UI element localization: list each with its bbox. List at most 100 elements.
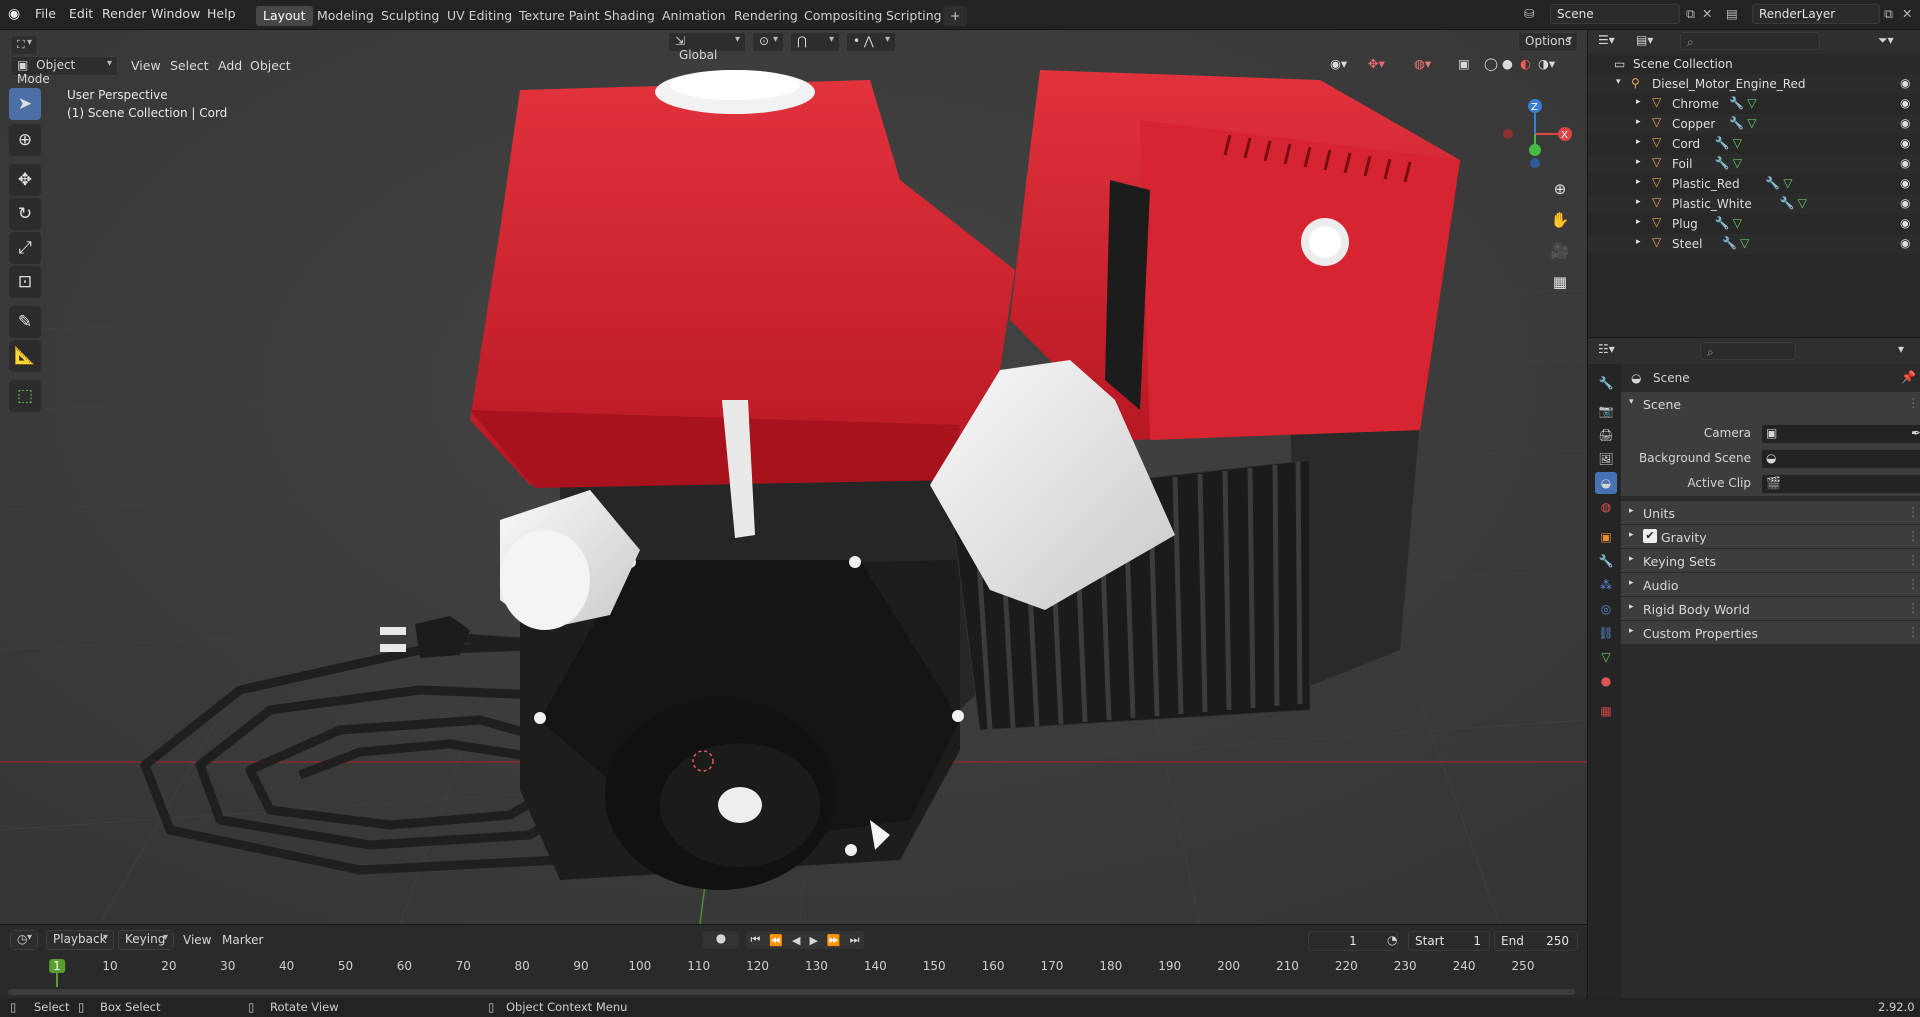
background-scene-field[interactable]: ◒ bbox=[1761, 449, 1920, 469]
drag-handle-icon[interactable]: ⋮⋮ bbox=[1907, 600, 1920, 615]
expand-right-icon[interactable]: ▸ bbox=[1636, 157, 1641, 167]
expand-right-icon[interactable]: ▸ bbox=[1636, 97, 1641, 107]
tab-sculpting[interactable]: Sculpting bbox=[374, 6, 446, 26]
drag-handle-icon[interactable]: ⋮⋮ bbox=[1907, 552, 1920, 567]
record-button[interactable]: ● bbox=[703, 931, 739, 949]
outliner-object-row[interactable]: ▸ ▽ Copper 🔧 ▽ ◉ bbox=[1588, 114, 1920, 134]
menu-file[interactable]: File bbox=[35, 6, 56, 21]
navigation-gizmo[interactable]: Z X bbox=[1500, 92, 1580, 172]
outliner-object-row[interactable]: ▸ ▽ Plug 🔧 ▽ ◉ bbox=[1588, 214, 1920, 234]
constraints-tab-icon[interactable]: ⛓ bbox=[1595, 622, 1617, 644]
overlay-toggle-icon[interactable]: ◍▾ bbox=[1414, 56, 1431, 76]
visibility-eye-icon[interactable]: ◉ bbox=[1900, 176, 1910, 190]
measure-tool[interactable]: 📐 bbox=[9, 340, 41, 372]
menu-help[interactable]: Help bbox=[207, 6, 236, 21]
prev-keyframe-icon[interactable]: ⏪ bbox=[769, 934, 783, 947]
current-frame-field[interactable]: 1 bbox=[1308, 931, 1398, 951]
menu-edit[interactable]: Edit bbox=[69, 6, 93, 21]
solid-shading-icon[interactable]: ● bbox=[1502, 56, 1513, 76]
perspective-grid-icon[interactable]: ▦ bbox=[1547, 269, 1573, 295]
properties-search[interactable]: ⌕ bbox=[1700, 342, 1796, 360]
section-header-custom-properties[interactable]: ▸ Custom Properties ⋮⋮ bbox=[1621, 620, 1920, 644]
world-tab-icon[interactable]: ◍ bbox=[1595, 496, 1617, 518]
scene-selector[interactable]: Scene bbox=[1550, 4, 1680, 24]
view-layer-selector[interactable]: RenderLayer bbox=[1752, 4, 1880, 24]
visibility-eye-icon[interactable]: ◉ bbox=[1900, 76, 1910, 90]
camera-field[interactable]: ▣ ✒ bbox=[1761, 424, 1920, 444]
outliner[interactable]: ☰▾ ▤▾ ⌕ ⏷▾ ▭ Scene Collection ▾ ⚲ Diesel… bbox=[1587, 30, 1920, 337]
gizmo-toggle-icon[interactable]: ✥▾ bbox=[1368, 56, 1385, 76]
zoom-icon[interactable]: ⊕ bbox=[1547, 176, 1573, 202]
annotate-tool[interactable]: ✎ bbox=[9, 306, 41, 338]
expand-right-icon[interactable]: ▸ bbox=[1636, 177, 1641, 187]
start-frame-field[interactable]: Start 1 bbox=[1408, 931, 1490, 951]
3d-viewport[interactable]: ⛶ ▣ Object Mode View Select Add Object ⇲… bbox=[0, 30, 1587, 924]
engine-render[interactable] bbox=[0, 30, 1587, 924]
view-layer-tab-icon[interactable]: 🖼 bbox=[1595, 448, 1617, 470]
preview-range-icon[interactable]: ◔ bbox=[1387, 933, 1397, 947]
outliner-object-row[interactable]: ▸ ▽ Steel 🔧 ▽ ◉ bbox=[1588, 234, 1920, 254]
outliner-object-row[interactable]: ▸ ▽ Chrome 🔧 ▽ ◉ bbox=[1588, 94, 1920, 114]
active-clip-field[interactable]: 🎬 bbox=[1761, 474, 1920, 494]
viewport-menu-select[interactable]: Select bbox=[170, 58, 209, 78]
visibility-eye-icon[interactable]: ◉ bbox=[1900, 116, 1910, 130]
outliner-object-row[interactable]: ▸ ▽ Plastic_White 🔧 ▽ ◉ bbox=[1588, 194, 1920, 214]
timeline-editor-type[interactable]: ◷ bbox=[10, 930, 38, 950]
drag-handle-icon[interactable]: ⋮⋮ bbox=[1907, 504, 1920, 519]
outliner-object-row[interactable]: ▸ ▽ Cord 🔧 ▽ ◉ bbox=[1588, 134, 1920, 154]
rendered-shading-icon[interactable]: ◑▾ bbox=[1538, 56, 1555, 76]
timeline-menu-marker[interactable]: Marker bbox=[222, 933, 263, 947]
delete-view-layer-icon[interactable]: ✕ bbox=[1902, 6, 1912, 21]
section-header-rigid-body-world[interactable]: ▸ Rigid Body World ⋮⋮ bbox=[1621, 596, 1920, 620]
outliner-search[interactable]: ⌕ bbox=[1680, 32, 1820, 50]
physics-tab-icon[interactable]: ◎ bbox=[1595, 598, 1617, 620]
modifier-tab-icon[interactable]: 🔧 bbox=[1595, 550, 1617, 572]
outliner-collection[interactable]: ▾ ⚲ Diesel_Motor_Engine_Red ◉ bbox=[1588, 74, 1920, 94]
scale-tool[interactable]: ⤢ bbox=[9, 232, 41, 264]
visibility-eye-icon[interactable]: ◉ bbox=[1900, 196, 1910, 210]
tab-shading[interactable]: Shading bbox=[597, 6, 662, 26]
tab-animation[interactable]: Animation bbox=[655, 6, 733, 26]
scene-tab-icon[interactable]: ◒ bbox=[1595, 472, 1617, 494]
tab-modeling[interactable]: Modeling bbox=[310, 6, 381, 26]
filter-icon[interactable]: ⏷▾ bbox=[1878, 33, 1894, 48]
outliner-object-row[interactable]: ▸ ▽ Plastic_Red 🔧 ▽ ◉ bbox=[1588, 174, 1920, 194]
editor-type-dropdown[interactable]: ⛶ bbox=[10, 35, 38, 55]
pin-icon[interactable]: 📌 bbox=[1901, 370, 1916, 384]
properties-editor-icon[interactable]: ☷▾ bbox=[1598, 342, 1615, 356]
playhead[interactable] bbox=[56, 973, 58, 987]
visibility-eye-icon[interactable]: ◉ bbox=[1900, 236, 1910, 250]
keying-dropdown[interactable]: Keying bbox=[118, 930, 174, 950]
visibility-eye-icon[interactable]: ◉ bbox=[1900, 136, 1910, 150]
outliner-editor-icon[interactable]: ☰▾ bbox=[1598, 33, 1615, 47]
object-tab-icon[interactable]: ▣ bbox=[1595, 526, 1617, 548]
texture-tab-icon[interactable]: ▦ bbox=[1595, 700, 1617, 722]
expand-right-icon[interactable]: ▸ bbox=[1636, 217, 1641, 227]
material-tab-icon[interactable]: ● bbox=[1595, 670, 1617, 692]
section-header-gravity[interactable]: ▸ ✔ Gravity ⋮⋮ bbox=[1621, 524, 1920, 548]
rotate-tool[interactable]: ↻ bbox=[9, 198, 41, 230]
gravity-checkbox[interactable]: ✔ bbox=[1643, 529, 1657, 543]
visibility-eye-icon[interactable]: ◉▾ bbox=[1330, 56, 1347, 76]
add-workspace-button[interactable]: + bbox=[943, 6, 968, 26]
jump-start-icon[interactable]: ⏮ bbox=[750, 933, 760, 947]
mode-dropdown[interactable]: ▣ Object Mode bbox=[10, 56, 118, 86]
timeline-scrollbar[interactable] bbox=[8, 989, 1575, 995]
jump-end-icon[interactable]: ⏭ bbox=[850, 933, 860, 947]
render-tab-icon[interactable]: 📷 bbox=[1595, 400, 1617, 422]
visibility-eye-icon[interactable]: ◉ bbox=[1900, 156, 1910, 170]
scene-panel-header[interactable]: ▾ Scene ⋮⋮ bbox=[1621, 392, 1920, 416]
section-header-audio[interactable]: ▸ Audio ⋮⋮ bbox=[1621, 572, 1920, 596]
expand-right-icon[interactable]: ▸ bbox=[1636, 117, 1641, 127]
expand-right-icon[interactable]: ▸ bbox=[1636, 237, 1641, 247]
menu-window[interactable]: Window bbox=[151, 6, 200, 21]
end-frame-field[interactable]: End 250 bbox=[1494, 931, 1578, 951]
copy-view-layer-icon[interactable]: ⧉ bbox=[1884, 6, 1893, 22]
camera-view-icon[interactable]: 🎥 bbox=[1547, 238, 1573, 264]
timeline-menu-view[interactable]: View bbox=[183, 933, 211, 947]
outliner-object-row[interactable]: ▸ ▽ Foil 🔧 ▽ ◉ bbox=[1588, 154, 1920, 174]
pivot-point-dropdown[interactable]: ⊙ bbox=[752, 32, 784, 52]
tab-layout[interactable]: Layout bbox=[256, 6, 313, 26]
outliner-root[interactable]: ▭ Scene Collection bbox=[1588, 54, 1920, 74]
visibility-eye-icon[interactable]: ◉ bbox=[1900, 216, 1910, 230]
